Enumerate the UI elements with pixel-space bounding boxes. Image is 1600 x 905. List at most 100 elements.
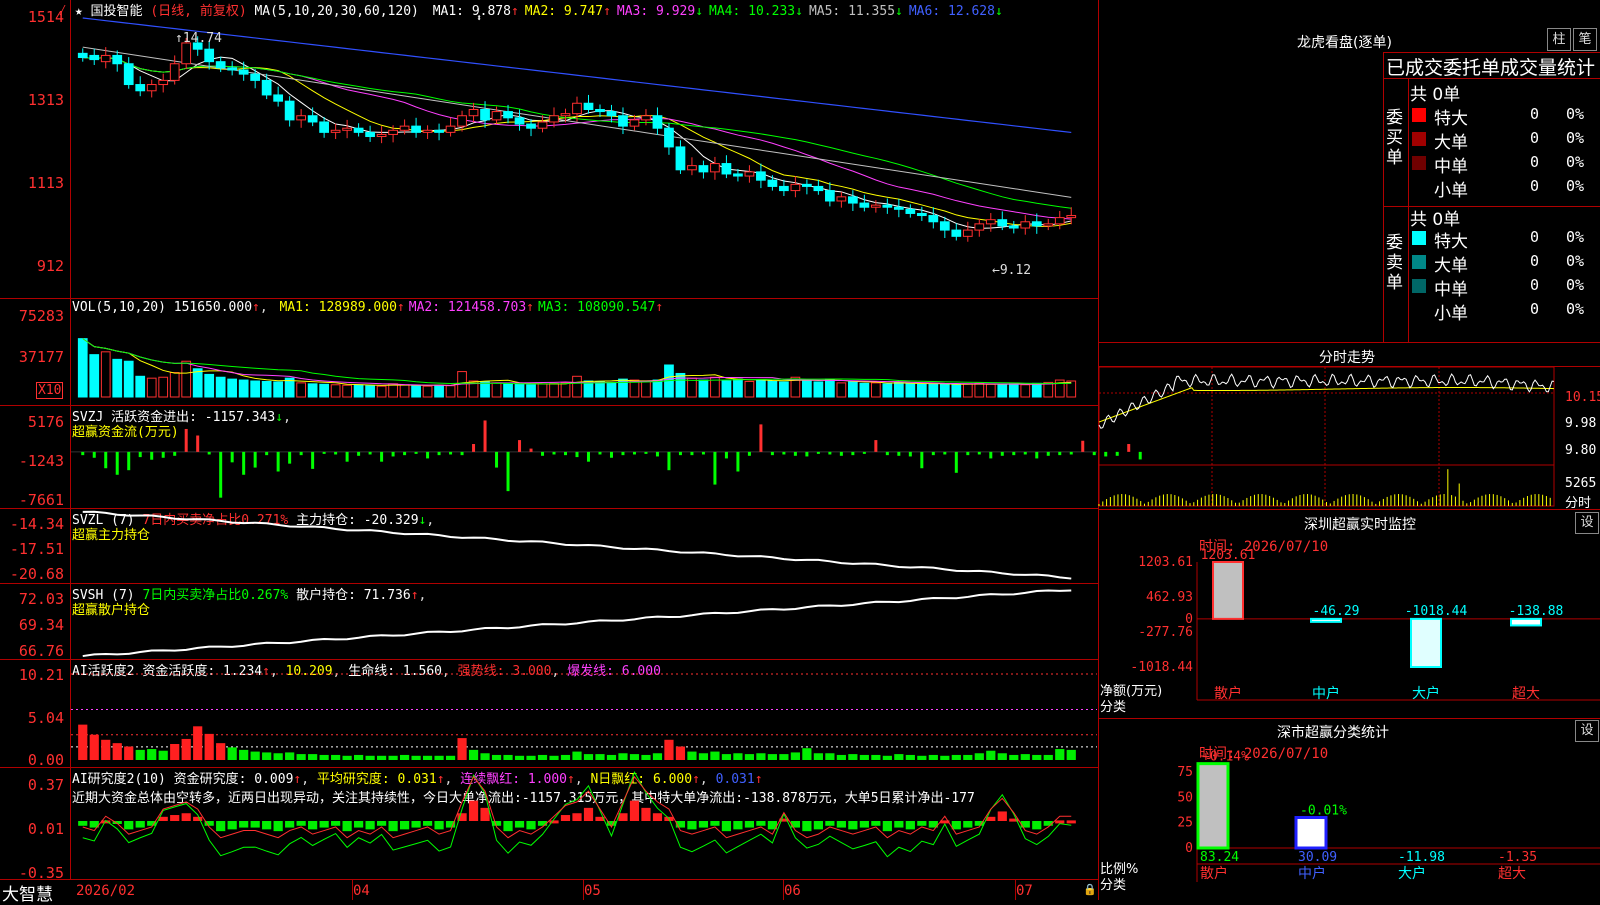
volume-bar bbox=[491, 382, 502, 398]
activity-bar bbox=[491, 754, 502, 760]
candle-body bbox=[100, 54, 111, 63]
research-bar bbox=[1066, 820, 1076, 824]
activity-bar bbox=[572, 751, 582, 760]
activity-bar bbox=[664, 739, 674, 760]
activity-bar bbox=[1032, 754, 1042, 760]
research-bar bbox=[480, 807, 490, 821]
panel-divider bbox=[1099, 718, 1600, 719]
color-swatch bbox=[1412, 231, 1426, 245]
activity-bar bbox=[158, 750, 168, 760]
lock-icon[interactable]: 🔒 bbox=[1083, 883, 1097, 896]
activity-bar bbox=[342, 755, 352, 760]
main-holding-chart[interactable] bbox=[71, 510, 1097, 582]
activity-bar bbox=[227, 747, 237, 760]
low-price-annotation: ←9.12 bbox=[992, 263, 1032, 278]
capital-flow-bar bbox=[1046, 451, 1050, 456]
capital-flow-bar bbox=[253, 451, 257, 468]
buy-count: 共 0单 bbox=[1410, 85, 1461, 105]
retail-holding-chart[interactable] bbox=[71, 585, 1097, 658]
volume-bar bbox=[779, 381, 789, 398]
candle-body bbox=[112, 54, 123, 65]
activity-bar bbox=[595, 754, 605, 760]
capital-flow-bar bbox=[506, 451, 510, 492]
ai-research-chart[interactable] bbox=[71, 770, 1097, 878]
classify-settings-button[interactable]: 设 bbox=[1575, 720, 1599, 742]
ai-activity-chart[interactable] bbox=[71, 662, 1097, 766]
activity-bar bbox=[560, 754, 571, 760]
candle-body bbox=[1066, 215, 1077, 219]
capital-flow-chart[interactable] bbox=[71, 418, 1142, 502]
price-chart[interactable] bbox=[71, 17, 1097, 280]
volume-bar bbox=[595, 381, 605, 398]
capital-flow-bar bbox=[115, 451, 119, 475]
activity-bar bbox=[641, 754, 651, 760]
activity-bar bbox=[882, 755, 892, 760]
ma1-line bbox=[82, 56, 1072, 229]
volume-bar bbox=[411, 385, 421, 398]
capital-flow-bar bbox=[862, 451, 866, 454]
candle-body bbox=[238, 69, 249, 75]
volume-bar bbox=[261, 380, 272, 398]
order-table-border bbox=[1408, 78, 1409, 342]
row-percent: 0% bbox=[1566, 177, 1585, 195]
ma-values: MA1: 9.878↑ MA2: 9.747↑ MA3: 9.929↓ MA4: 10… bbox=[427, 4, 1003, 19]
buy-side-label: 委买单 bbox=[1386, 108, 1403, 168]
activity-bar bbox=[940, 755, 950, 760]
capital-flow-bar bbox=[368, 451, 372, 455]
research-bar bbox=[285, 821, 295, 828]
activity-bar bbox=[526, 755, 536, 760]
volume-bar bbox=[756, 379, 766, 398]
capital-flow-bar bbox=[242, 451, 246, 475]
color-swatch bbox=[1412, 108, 1426, 122]
volume-bar bbox=[77, 338, 88, 398]
activity-bar bbox=[101, 739, 111, 760]
monitor-value-label: -1018.44 bbox=[1405, 604, 1468, 619]
monitor-axis-label: -1018.44 bbox=[1130, 660, 1193, 675]
bar-mode-button[interactable]: 柱 bbox=[1547, 28, 1571, 51]
color-swatch bbox=[1412, 132, 1426, 146]
candle-body bbox=[204, 48, 215, 63]
volume-chart[interactable] bbox=[71, 317, 1097, 398]
volume-bar bbox=[273, 381, 284, 398]
realtime-monitor-chart[interactable]: 1203.61462.930-277.76-1018.441203.61散户-4… bbox=[1099, 548, 1600, 718]
kline-chart-area[interactable]: ⁄ ★ 国投智能 (日线, 前复权) MA(5,10,20,30,60,120)… bbox=[0, 0, 1142, 905]
period-label[interactable]: (日线, 前复权) bbox=[150, 4, 246, 19]
volume-bar bbox=[158, 376, 169, 398]
research-bar bbox=[227, 821, 237, 830]
candle-body bbox=[572, 102, 582, 115]
svsh-axis-label: 69.34 bbox=[18, 616, 64, 634]
capital-flow-bar bbox=[793, 451, 797, 456]
monitor-settings-button[interactable]: 设 bbox=[1575, 512, 1599, 534]
classify-value-label: 83.24 bbox=[1200, 850, 1239, 865]
research-bar bbox=[216, 821, 226, 832]
candle-body bbox=[537, 121, 548, 129]
tick-mode-button[interactable]: 笔 bbox=[1573, 28, 1597, 51]
volume-bar bbox=[802, 380, 812, 398]
minute-trend-chart[interactable] bbox=[1098, 366, 1564, 507]
research-bar bbox=[250, 821, 260, 828]
research-bar bbox=[135, 821, 145, 828]
research-bar bbox=[354, 821, 364, 828]
research-bar bbox=[411, 821, 421, 828]
classify-stats-chart[interactable]: 75 50 25 0 +0.14% 83.24散户 -0.01% 30.09中户 -11.98大… bbox=[1099, 750, 1600, 900]
research-bar bbox=[882, 821, 892, 832]
activity-bar bbox=[422, 755, 433, 760]
capital-flow-bar bbox=[334, 451, 338, 455]
candle-body bbox=[342, 127, 352, 131]
research-bar bbox=[813, 821, 823, 830]
volume-bar bbox=[296, 382, 307, 398]
capital-flow-bar bbox=[575, 451, 579, 458]
activity-bar bbox=[1066, 749, 1076, 760]
activity-bar bbox=[974, 753, 984, 760]
row-name: 特大 bbox=[1434, 232, 1468, 252]
activity-bar bbox=[836, 754, 846, 760]
activity-bar bbox=[354, 754, 364, 760]
volume-bar bbox=[181, 360, 192, 398]
candle-body bbox=[595, 108, 605, 113]
volume-bar bbox=[376, 385, 387, 398]
research-bar bbox=[790, 821, 800, 828]
volume-bar bbox=[100, 351, 111, 398]
row-percent: 0% bbox=[1566, 252, 1585, 270]
favorite-star-icon[interactable]: ★ bbox=[75, 4, 83, 19]
sell-row-3: 中单 0 0% bbox=[1410, 274, 1600, 300]
